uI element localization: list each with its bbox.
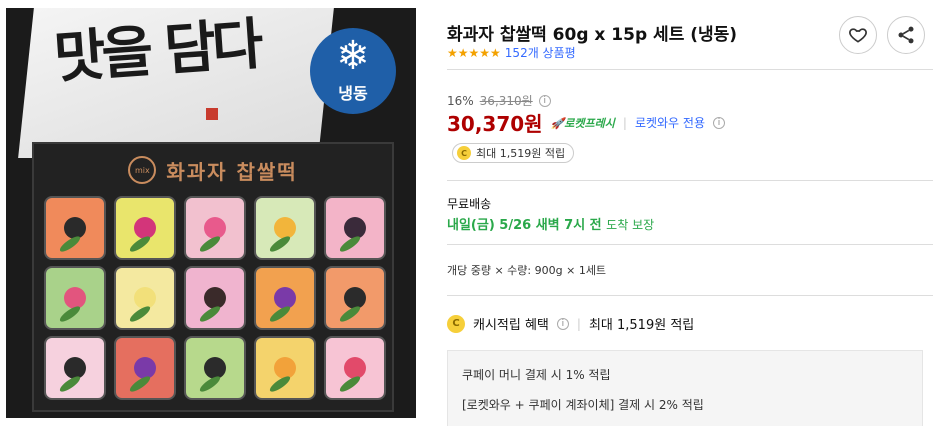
product-info-panel: 화과자 찹쌀떡 60g x 15p 세트 (냉동) ★★★★★ 152개 상품평… <box>447 0 933 426</box>
rating: ★★★★★ 152개 상품평 <box>447 44 576 61</box>
sale-price: 30,370원 <box>447 112 543 136</box>
cash-benefit-amount: 최대 1,519원 적립 <box>588 318 695 333</box>
cash-benefit-label: 캐시적립 혜택 <box>473 318 549 333</box>
shipping-label: 무료배송 <box>447 197 492 211</box>
review-count-link[interactable]: 152개 상품평 <box>505 44 576 61</box>
rice-cake <box>114 196 176 260</box>
product-tray: mix 화과자 찹쌀떡 <box>32 142 394 412</box>
divider <box>447 295 933 296</box>
wishlist-button[interactable] <box>839 16 877 54</box>
lid-calligraphy: 맛을 담다 <box>51 10 262 92</box>
rice-cake <box>254 196 316 260</box>
rice-cake <box>254 336 316 400</box>
rice-cake <box>44 336 106 400</box>
share-icon <box>898 26 914 44</box>
info-icon[interactable]: i <box>556 317 569 330</box>
rice-cake <box>324 336 386 400</box>
cash-benefit: C 캐시적립 혜택 i | 최대 1,519원 적립 <box>447 314 694 333</box>
rocket-fresh-badge: 🚀로켓프레시 <box>550 116 615 130</box>
delivery-info: 내일(금) 5/26 새벽 7시 전 도착 보장 <box>447 214 654 233</box>
lid-seal <box>206 108 218 120</box>
info-icon[interactable]: i <box>538 94 551 107</box>
divider <box>447 69 933 70</box>
rice-cake <box>324 266 386 330</box>
discount-rate: 16% <box>447 93 474 108</box>
rice-cake <box>114 336 176 400</box>
rice-cake <box>44 196 106 260</box>
arrival-guarantee: 도착 보장 <box>606 218 655 232</box>
cash-reward-text: 최대 1,519원 적립 <box>476 147 566 160</box>
separator: | <box>576 316 581 331</box>
cash-reward-chip: C 최대 1,519원 적립 <box>452 143 575 163</box>
rice-cake <box>324 196 386 260</box>
price-row: 30,370원 🚀로켓프레시 | 로켓와우 전용 i <box>447 108 725 137</box>
frozen-badge-label: 냉동 <box>338 84 368 103</box>
rice-cake <box>114 266 176 330</box>
quantity-info: 개당 중량 × 수량: 900g × 1세트 <box>447 264 607 277</box>
tray-label: mix 화과자 찹쌀떡 <box>34 152 392 188</box>
divider <box>447 244 933 245</box>
rice-cake <box>184 266 246 330</box>
product-title: 화과자 찹쌀떡 60g x 15p 세트 (냉동) <box>447 25 738 45</box>
rice-cake <box>184 336 246 400</box>
coin-icon: C <box>457 146 471 160</box>
coin-icon: C <box>447 314 465 333</box>
benefit-line: [로켓와우 + 쿠페이 계좌이체] 결제 시 2% 적립 <box>462 398 704 412</box>
rating-stars: ★★★★★ <box>447 45 501 60</box>
discount-row: 16% 36,310원 i <box>447 92 551 109</box>
benefit-box: 쿠페이 머니 결제 시 1% 적립 [로켓와우 + 쿠페이 계좌이체] 결제 시… <box>447 350 923 426</box>
product-image[interactable]: 맛을 담다 ❄ 냉동 mix 화과자 찹쌀떡 <box>6 8 416 418</box>
share-button[interactable] <box>887 16 925 54</box>
rice-cake <box>254 266 316 330</box>
rice-cake <box>184 196 246 260</box>
tray-title: 화과자 찹쌀떡 <box>166 159 298 184</box>
original-price: 36,310원 <box>479 94 533 108</box>
rice-cake-grid <box>44 196 386 400</box>
heart-icon <box>849 28 867 43</box>
info-icon[interactable]: i <box>713 116 725 129</box>
rocket-icon: 🚀 <box>550 116 565 130</box>
tray-logo: mix <box>128 156 157 184</box>
rice-cake <box>44 266 106 330</box>
separator: | <box>622 115 627 130</box>
snowflake-icon: ❄ <box>336 33 370 79</box>
frozen-badge: ❄ 냉동 <box>310 28 396 114</box>
divider <box>447 180 933 181</box>
benefit-line: 쿠페이 머니 결제 시 1% 적립 <box>462 368 611 382</box>
arrival-date: 내일(금) 5/26 새벽 7시 전 <box>447 218 602 233</box>
wow-only-label: 로켓와우 전용 <box>634 116 705 130</box>
